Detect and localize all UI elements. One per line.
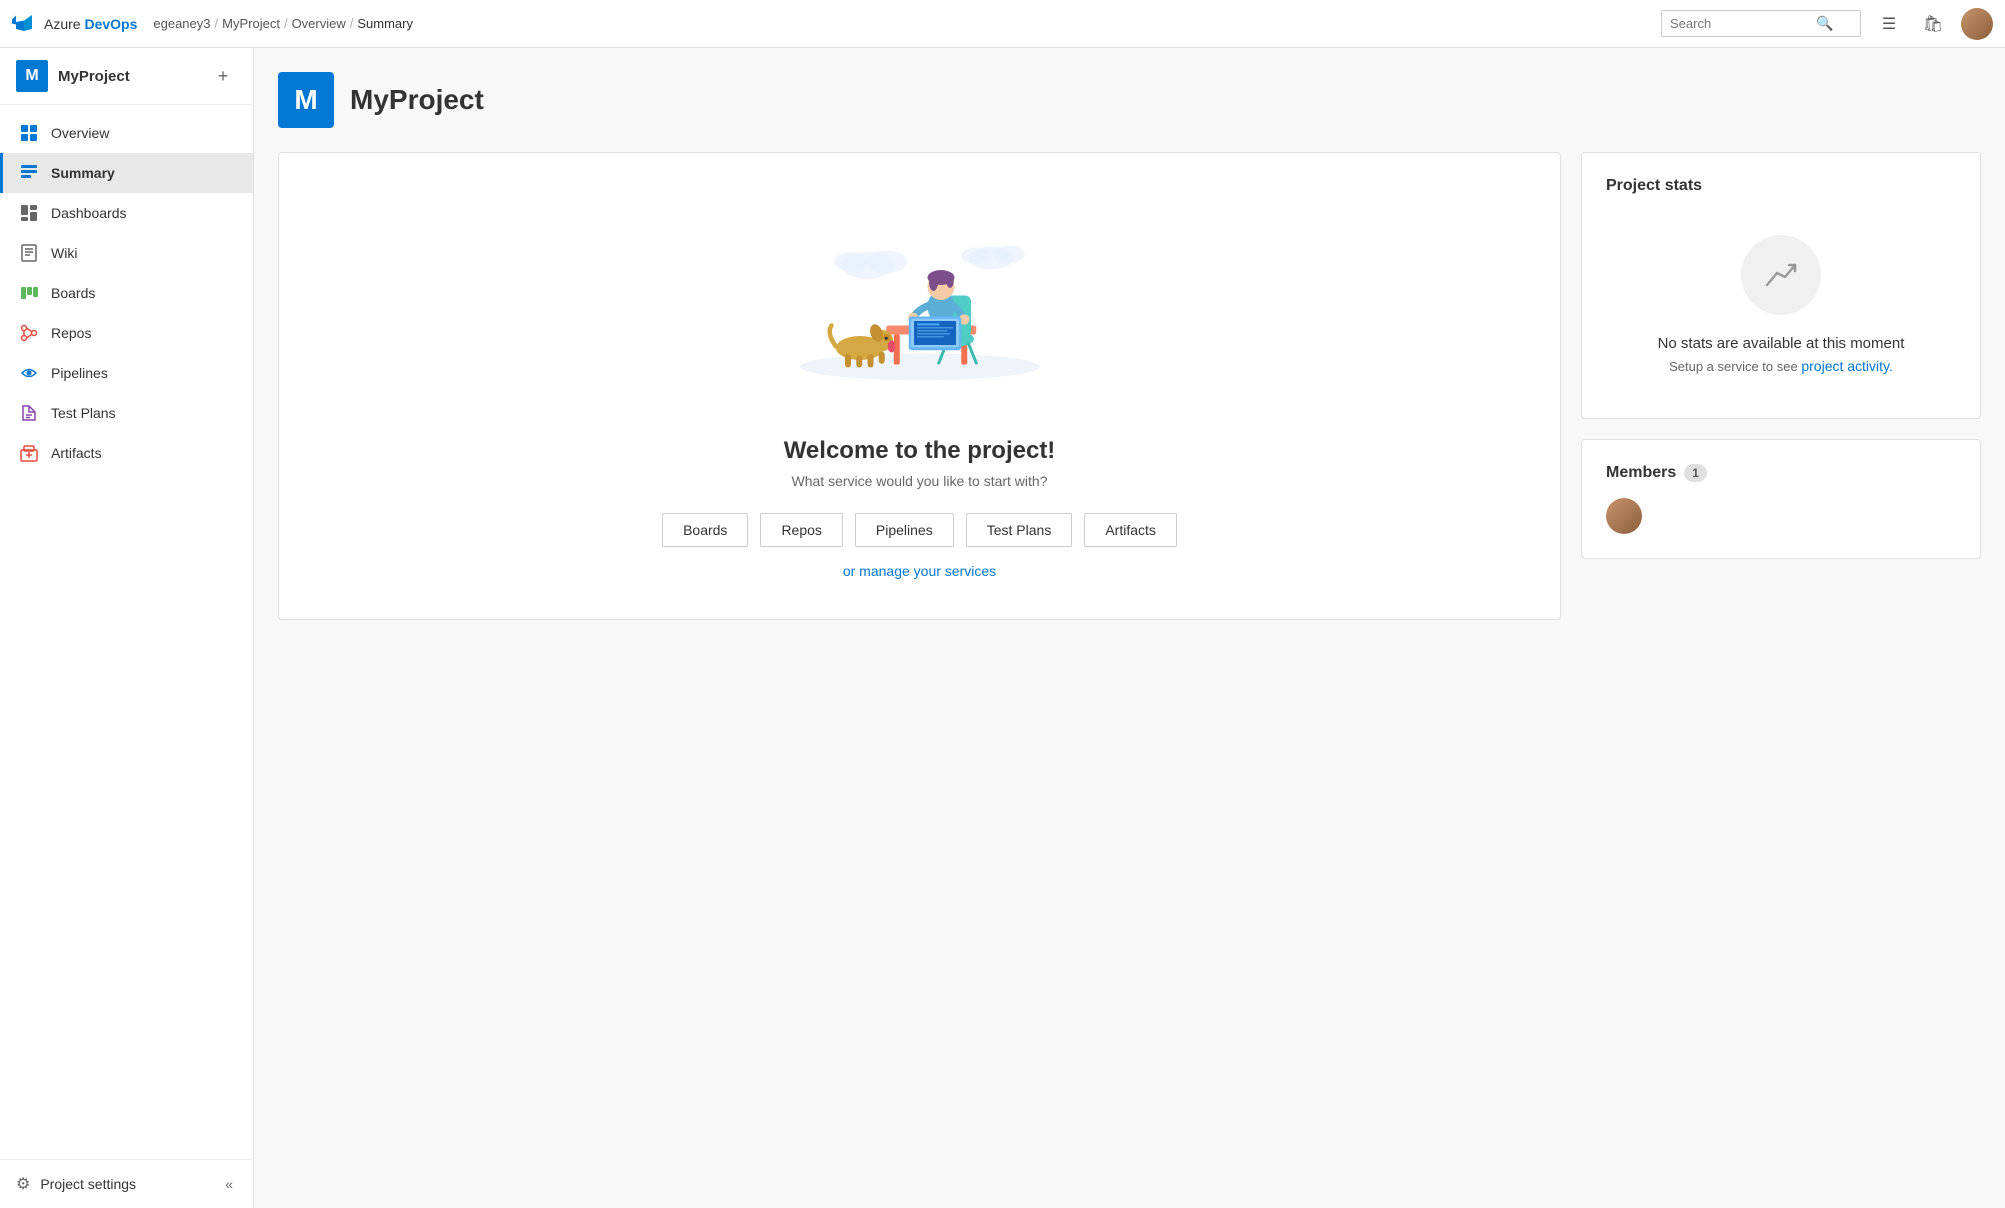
top-nav: Azure DevOps egeaney3 / MyProject / Over… — [0, 0, 2005, 48]
breadcrumb-summary: Summary — [357, 16, 413, 31]
testplans-icon — [19, 403, 39, 423]
right-panel: Project stats No stats are available at … — [1581, 152, 1981, 620]
stats-empty-subtitle: Setup a service to see project activity. — [1669, 358, 1893, 374]
service-btn-repos[interactable]: Repos — [760, 513, 842, 547]
members-count-badge: 1 — [1684, 464, 1707, 482]
project-header-avatar: M — [278, 72, 334, 128]
sidebar-item-label: Summary — [51, 165, 115, 181]
sidebar-item-overview[interactable]: Overview — [0, 113, 253, 153]
breadcrumb-project[interactable]: MyProject — [222, 16, 280, 31]
sidebar-item-boards[interactable]: Boards — [0, 273, 253, 313]
sidebar-item-repos[interactable]: Repos — [0, 313, 253, 353]
breadcrumb-sep-3: / — [350, 16, 354, 31]
sidebar-item-label: Dashboards — [51, 205, 127, 221]
sidebar-item-label: Test Plans — [51, 405, 116, 421]
project-avatar: M — [16, 60, 48, 92]
stats-empty-icon-circle — [1741, 235, 1821, 315]
members-header: Members 1 — [1606, 464, 1956, 482]
sidebar: M MyProject + Overview Summary — [0, 48, 254, 1208]
member-avatar[interactable] — [1606, 498, 1642, 534]
sidebar-item-summary[interactable]: Summary — [0, 153, 253, 193]
members-card-title: Members — [1606, 464, 1676, 482]
service-btn-testplans[interactable]: Test Plans — [966, 513, 1073, 547]
breadcrumb-sep-1: / — [215, 16, 219, 31]
settings-list-icon[interactable]: ☰ — [1873, 8, 1905, 40]
welcome-card: Welcome to the project! What service wou… — [278, 152, 1561, 620]
dashboards-icon — [19, 203, 39, 223]
sidebar-footer: ⚙ Project settings « — [0, 1159, 253, 1208]
project-name: MyProject — [58, 68, 130, 85]
add-project-button[interactable]: + — [209, 62, 237, 90]
member-avatar-image — [1606, 498, 1642, 534]
sidebar-item-label: Repos — [51, 325, 91, 341]
sidebar-item-label: Pipelines — [51, 365, 108, 381]
pipelines-icon — [19, 363, 39, 383]
project-info: M MyProject — [16, 60, 130, 92]
search-icon: 🔍 — [1816, 15, 1833, 32]
project-title: MyProject — [350, 84, 484, 116]
main-layout: M MyProject + Overview Summary — [0, 48, 2005, 1208]
service-btn-boards[interactable]: Boards — [662, 513, 748, 547]
service-btn-artifacts[interactable]: Artifacts — [1084, 513, 1177, 547]
members-card: Members 1 — [1581, 439, 1981, 559]
boards-icon — [19, 283, 39, 303]
stats-empty-title: No stats are available at this moment — [1658, 335, 1905, 352]
project-activity-link[interactable]: project activity. — [1801, 358, 1893, 374]
logo[interactable]: Azure DevOps — [12, 12, 137, 36]
artifacts-icon — [19, 443, 39, 463]
repos-icon — [19, 323, 39, 343]
search-input[interactable] — [1670, 16, 1810, 31]
stats-empty-state: No stats are available at this moment Se… — [1606, 215, 1956, 394]
sidebar-item-label: Artifacts — [51, 445, 102, 461]
brand-name: Azure DevOps — [44, 16, 137, 32]
sidebar-item-label: Boards — [51, 285, 95, 301]
summary-icon — [19, 163, 39, 183]
sidebar-item-artifacts[interactable]: Artifacts — [0, 433, 253, 473]
welcome-illustration — [770, 193, 1070, 413]
sidebar-item-wiki[interactable]: Wiki — [0, 233, 253, 273]
collapse-sidebar-button[interactable]: « — [221, 1172, 237, 1196]
settings-label: Project settings — [40, 1176, 136, 1192]
project-settings-item[interactable]: ⚙ Project settings — [16, 1174, 136, 1194]
manage-services-link[interactable]: or manage your services — [843, 563, 996, 579]
content-grid: Welcome to the project! What service wou… — [278, 152, 1981, 620]
sidebar-item-label: Wiki — [51, 245, 77, 261]
user-avatar[interactable] — [1961, 8, 1993, 40]
sidebar-item-testplans[interactable]: Test Plans — [0, 393, 253, 433]
breadcrumb-overview[interactable]: Overview — [292, 16, 346, 31]
sidebar-nav: Overview Summary Dashboards — [0, 105, 253, 1159]
welcome-title: Welcome to the project! — [784, 437, 1056, 465]
search-box[interactable]: 🔍 — [1661, 10, 1861, 37]
sidebar-item-label: Overview — [51, 125, 109, 141]
top-nav-right: 🔍 ☰ 🛍 — [1661, 8, 1993, 40]
breadcrumb: egeaney3 / MyProject / Overview / Summar… — [153, 16, 1661, 31]
notifications-icon[interactable]: 🛍 — [1917, 8, 1949, 40]
content-area: M MyProject — [254, 48, 2005, 1208]
sidebar-header: M MyProject + — [0, 48, 253, 105]
wiki-icon — [19, 243, 39, 263]
breadcrumb-org[interactable]: egeaney3 — [153, 16, 210, 31]
sidebar-item-pipelines[interactable]: Pipelines — [0, 353, 253, 393]
breadcrumb-sep-2: / — [284, 16, 288, 31]
stats-card-title: Project stats — [1606, 177, 1956, 195]
project-header: M MyProject — [278, 72, 1981, 128]
service-btn-pipelines[interactable]: Pipelines — [855, 513, 954, 547]
stats-card: Project stats No stats are available at … — [1581, 152, 1981, 419]
service-buttons: Boards Repos Pipelines Test Plans Artifa… — [662, 513, 1177, 547]
azure-devops-icon — [12, 12, 36, 36]
sidebar-item-dashboards[interactable]: Dashboards — [0, 193, 253, 233]
settings-icon: ⚙ — [16, 1174, 30, 1194]
overview-icon — [19, 123, 39, 143]
chart-icon — [1763, 257, 1799, 293]
welcome-subtitle: What service would you like to start wit… — [792, 473, 1048, 489]
